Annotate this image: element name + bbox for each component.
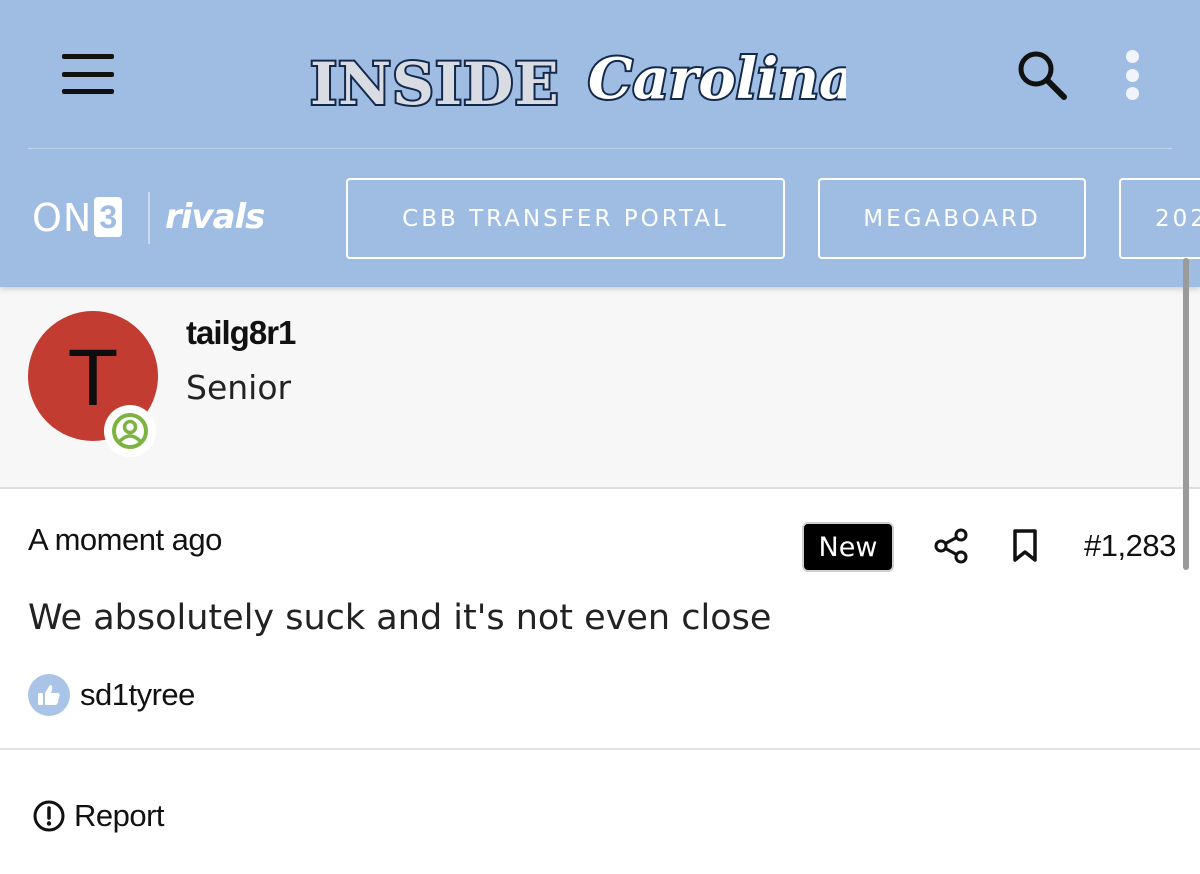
post-body: We absolutely suck and it's not even clo… [28, 598, 772, 638]
hamburger-menu-icon[interactable] [62, 54, 114, 94]
bookmark-icon [1013, 529, 1037, 562]
alert-circle-icon [33, 800, 65, 832]
post-timestamp: A moment ago [28, 522, 222, 557]
on3-text: ON [32, 196, 93, 240]
online-user-icon [112, 413, 148, 449]
search-button[interactable] [1014, 48, 1070, 102]
post-author-block: T [0, 287, 1200, 489]
reaction-username: sd1tyree [80, 677, 195, 712]
brand-separator [148, 192, 150, 244]
new-badge: New [802, 522, 894, 572]
reaction-summary[interactable]: sd1tyree [28, 674, 195, 716]
report-button[interactable]: Report [32, 798, 165, 834]
on3-logo[interactable]: ON 3 [32, 196, 123, 240]
on3-box: 3 [94, 197, 123, 237]
site-header: INSIDE Carolina ON 3 rivals CBB TRANSFER … [0, 0, 1200, 287]
share-icon [934, 528, 968, 564]
post-number-link[interactable]: #1,283 [1084, 528, 1176, 564]
nav-202-button[interactable]: 202 [1119, 178, 1200, 259]
scrollbar[interactable] [1183, 258, 1189, 570]
like-icon [28, 674, 70, 716]
top-bar: INSIDE Carolina [0, 0, 1200, 148]
nav-megaboard-button[interactable]: MEGABOARD [818, 178, 1086, 259]
bookmark-button[interactable] [1010, 527, 1040, 565]
inside-carolina-logo[interactable]: INSIDE Carolina [306, 40, 846, 116]
author-username[interactable]: tailg8r1 [186, 314, 296, 352]
more-options-kebab-icon[interactable] [1118, 50, 1146, 100]
report-label: Report [74, 798, 165, 833]
rivals-logo[interactable]: rivals [165, 197, 265, 237]
search-icon [1018, 51, 1067, 100]
avatar-letter: T [69, 334, 117, 423]
author-rank: Senior [186, 368, 292, 407]
nav-cbb-transfer-portal-button[interactable]: CBB TRANSFER PORTAL [346, 178, 785, 259]
logo-script: Carolina [588, 46, 846, 112]
online-status-badge [104, 405, 156, 457]
logo-word: INSIDE [310, 50, 560, 116]
share-button[interactable] [932, 527, 970, 565]
header-divider [28, 148, 1172, 149]
post-footer-divider [0, 748, 1200, 750]
